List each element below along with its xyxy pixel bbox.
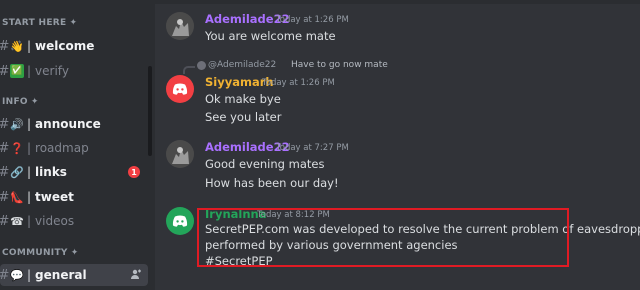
message-text: See you later <box>205 110 282 124</box>
category-info[interactable]: INFO ✦ <box>2 97 39 111</box>
hash-icon: # <box>0 141 10 156</box>
hash-icon: # <box>0 165 10 180</box>
channel-separator: | <box>27 64 32 78</box>
sparkle-icon: ✦ <box>30 97 39 107</box>
message-text: Good evening mates <box>205 157 325 171</box>
channel-sidebar: START HERE✦ # 👋 | welcome # ✅ | verify I… <box>0 0 155 290</box>
boot-emoji-icon: 👠 <box>10 190 24 204</box>
channel-name: welcome <box>35 39 95 53</box>
channel-name: links <box>35 165 67 179</box>
channel-name: tweet <box>35 190 74 204</box>
channel-separator: | <box>27 268 32 282</box>
add-member-icon[interactable] <box>130 268 142 280</box>
telephone-emoji-icon: ☎ <box>10 214 24 228</box>
channel-separator: | <box>27 190 32 204</box>
channel-name: general <box>35 268 87 282</box>
hash-icon: # <box>0 64 10 79</box>
channel-separator: | <box>27 141 32 155</box>
channel-welcome[interactable]: # 👋 | welcome <box>0 35 148 57</box>
chat-top-edge <box>155 0 640 4</box>
channel-name: verify <box>35 64 69 78</box>
channel-roadmap[interactable]: # ❓ | roadmap <box>0 137 148 159</box>
channel-general[interactable]: # 💬 | general <box>0 264 148 286</box>
sidebar-scrollbar[interactable] <box>148 66 152 156</box>
channel-announce[interactable]: # 🔊 | announce <box>0 113 148 135</box>
check-emoji-icon: ✅ <box>10 64 24 78</box>
message-text: How has been our day! <box>205 176 339 190</box>
reply-preview-text[interactable]: Have to go now mate <box>291 60 388 70</box>
discord-avatar[interactable] <box>166 207 194 235</box>
channel-name: videos <box>35 214 75 228</box>
sparkle-icon: ✦ <box>70 248 79 258</box>
message-timestamp: Today at 1:26 PM <box>276 15 349 25</box>
sparkle-icon: ✦ <box>69 18 78 28</box>
hash-icon: # <box>0 117 10 132</box>
channel-separator: | <box>27 39 32 53</box>
category-label: COMMUNITY <box>2 248 68 258</box>
category-label: INFO <box>2 97 28 107</box>
speech-bubble-emoji-icon: 💬 <box>10 268 24 282</box>
reply-mention[interactable]: @Ademilade22 <box>208 60 276 70</box>
channel-name: announce <box>35 117 101 131</box>
user-avatar[interactable] <box>166 140 194 168</box>
question-emoji-icon: ❓ <box>10 141 24 155</box>
channel-separator: | <box>27 165 32 179</box>
mention-badge: 1 <box>128 166 140 178</box>
user-avatar[interactable] <box>166 12 194 40</box>
channel-separator: | <box>27 214 32 228</box>
hash-icon: # <box>0 214 10 229</box>
message-timestamp: Today at 7:27 PM <box>276 143 349 153</box>
discord-avatar[interactable] <box>166 75 194 103</box>
channel-links[interactable]: # 🔗 | links 1 <box>0 161 148 183</box>
message-text: Ok make bye <box>205 92 281 106</box>
wave-emoji-icon: 👋 <box>10 39 24 53</box>
channel-verify[interactable]: # ✅ | verify <box>0 60 148 82</box>
message-text: You are welcome mate <box>205 29 336 43</box>
reply-avatar <box>197 61 206 70</box>
highlight-annotation-box <box>197 208 569 267</box>
hash-icon: # <box>0 190 10 205</box>
link-emoji-icon: 🔗 <box>10 165 24 179</box>
speaker-emoji-icon: 🔊 <box>10 117 24 131</box>
reply-connector <box>183 66 195 74</box>
channel-tweet[interactable]: # 👠 | tweet <box>0 186 148 208</box>
hash-icon: # <box>0 39 10 54</box>
category-start-here[interactable]: START HERE ✦ <box>2 18 77 32</box>
channel-videos[interactable]: # ☎ | videos <box>0 210 148 232</box>
channel-separator: | <box>27 117 32 131</box>
category-community[interactable]: COMMUNITY ✦ <box>2 248 79 262</box>
hash-icon: # <box>0 268 10 283</box>
channel-name: roadmap <box>35 141 89 155</box>
message-timestamp: Today at 1:26 PM <box>262 78 335 88</box>
category-label: START HERE <box>2 18 67 28</box>
